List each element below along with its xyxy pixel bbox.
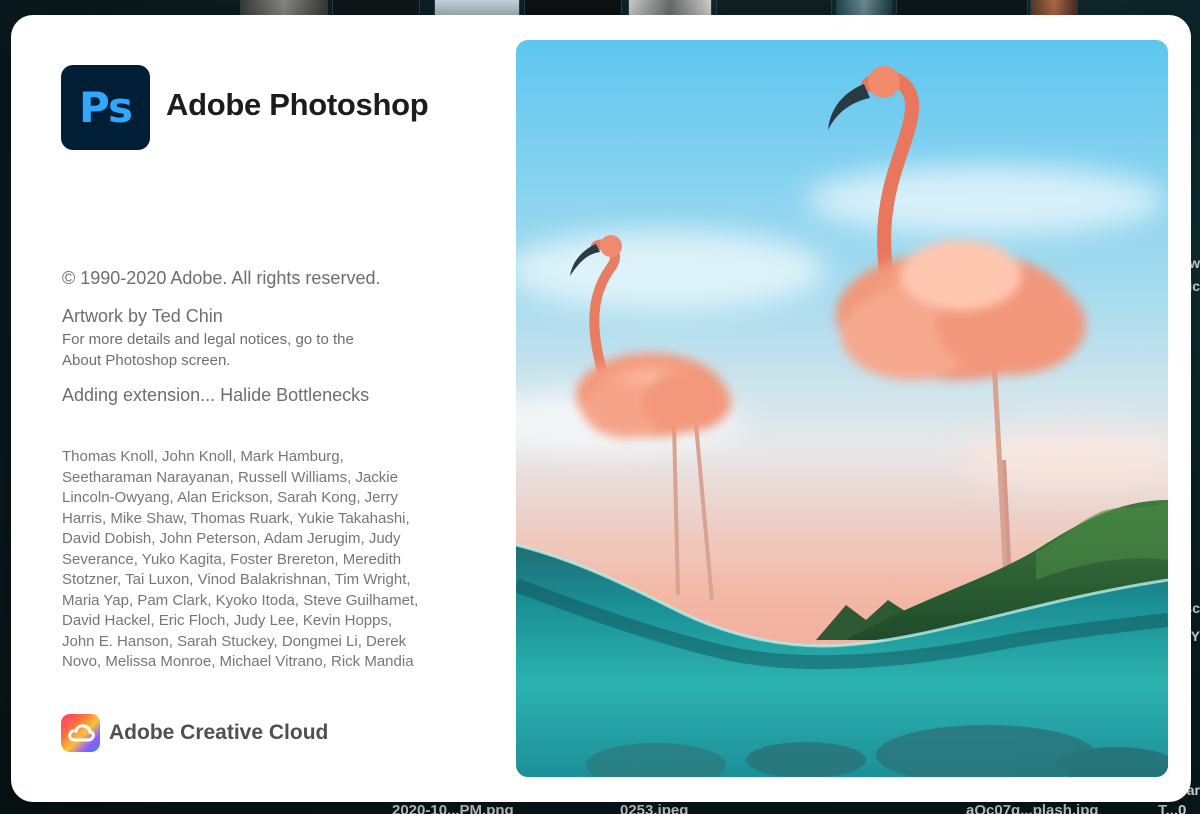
desktop-file-name[interactable]: 0253.jpeg [620, 802, 688, 814]
creative-cloud-brand: Adobe Creative Cloud [109, 721, 329, 744]
credits-line: Severance, Yuko Kagita, Foster Brereton,… [62, 550, 402, 568]
flamingo-artwork-illustration [516, 40, 1168, 777]
creative-cloud-icon [61, 714, 100, 752]
photoshop-splash-window: Ps Adobe Photoshop © 1990-2020 Adobe. Al… [11, 15, 1191, 802]
splash-artwork-image [516, 40, 1168, 777]
artwork-credit: Artwork by Ted Chin [62, 306, 223, 326]
credits-line: David Dobish, John Peterson, Adam Jerugi… [62, 530, 401, 547]
desktop-file-thumbnail[interactable] [716, 0, 832, 16]
desktop-file-name[interactable]: aQc07g...plash.jpg [966, 802, 1099, 814]
photoshop-logo: Ps [61, 65, 150, 150]
credits-line: Lincoln-Owyang, Alan Erickson, Sarah Kon… [62, 489, 398, 506]
app-title: Adobe Photoshop [166, 87, 429, 122]
desktop-file-thumbnail[interactable] [1030, 0, 1078, 16]
loading-status: Adding extension... Halide Bottlenecks [62, 385, 370, 405]
credits-line: Novo, Melissa Monroe, Michael Vitrano, R… [62, 653, 414, 670]
credits-line: David Hackel, Eric Floch, Judy Lee, Kevi… [62, 612, 393, 629]
desktop-thumbnail-strip [0, 0, 1200, 16]
photoshop-logo-text: Ps [78, 83, 133, 132]
desktop-file-thumbnail[interactable] [836, 0, 892, 16]
desktop-file-thumbnail[interactable] [896, 0, 1028, 16]
desktop-file-thumbnail[interactable] [434, 0, 520, 16]
team-credits: Thomas Knoll, John Knoll, Mark Hamburg, … [62, 447, 482, 673]
desktop-file-name[interactable]: 2020-10...PM.png [392, 802, 514, 814]
credits-line: Seetharaman Narayanan, Russell Williams,… [62, 468, 398, 486]
credits-line: Harris, Mike Shaw, Thomas Ruark, Yukie T… [62, 509, 410, 527]
desktop-file-thumbnail[interactable] [332, 0, 420, 16]
credits-line: John E. Hanson, Sarah Stuckey, Dongmei L… [62, 632, 407, 650]
desktop-file-name[interactable]: T...0 [1158, 802, 1186, 814]
credits-line: Maria Yap, Pam Clark, Kyoko Itoda, Steve… [62, 591, 419, 609]
desktop-file-thumbnail[interactable] [524, 0, 622, 16]
credits-line: Thomas Knoll, John Knoll, Mark Hamburg, [62, 448, 344, 465]
desktop-file-label-fragment[interactable]: Y [1191, 628, 1200, 644]
desktop-file-thumbnail[interactable] [240, 0, 328, 16]
credits-line: Stotzner, Tai Luxon, Vinod Balakrishnan,… [62, 571, 411, 588]
legal-details: For more details and legal notices, go t… [62, 329, 442, 371]
legal-details-line: For more details and legal notices, go t… [62, 331, 354, 348]
copyright-notice: © 1990-2020 Adobe. All rights reserved. [62, 268, 381, 288]
desktop-file-thumbnail[interactable] [628, 0, 712, 16]
legal-details-line: About Photoshop screen. [62, 352, 231, 369]
